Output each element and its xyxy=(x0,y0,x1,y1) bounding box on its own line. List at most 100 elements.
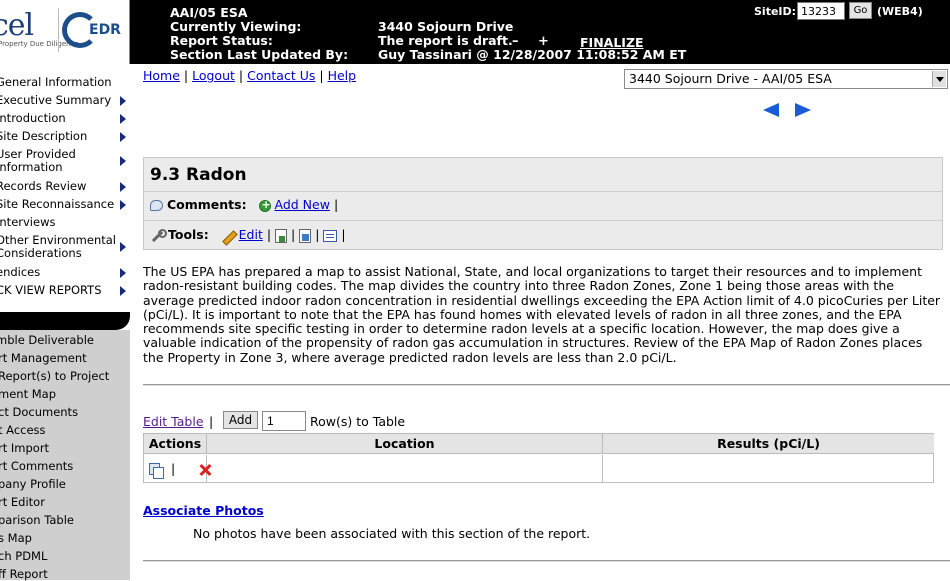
separator: | xyxy=(333,197,339,212)
edit-link[interactable]: Edit xyxy=(239,227,263,242)
sidebar-item-label: Introduction xyxy=(0,112,66,125)
edit-table-link[interactable]: Edit Table xyxy=(143,414,204,429)
sidebar-item-label: CK VIEW REPORTS xyxy=(0,284,102,297)
sidebar-item-user-provided-information[interactable]: User Provided Information xyxy=(0,148,130,176)
sidebar-item-appendices[interactable]: endices xyxy=(0,266,130,280)
sidebar-tool-item[interactable]: parison Table xyxy=(0,513,74,527)
sidebar-tool-item[interactable]: rt Management xyxy=(0,351,87,365)
link-separator: | xyxy=(183,68,189,83)
no-photos-message: No photos have been associated with this… xyxy=(193,526,591,541)
home-link[interactable]: Home xyxy=(143,68,180,83)
sidebar-item-label: Site Description xyxy=(0,130,88,143)
sidebar-tool-item[interactable]: rt Import xyxy=(0,441,49,455)
table-cell-location[interactable] xyxy=(207,455,603,483)
separator: | xyxy=(291,227,296,242)
tools-label: Tools: xyxy=(167,227,209,242)
report-name: AAI/05 ESA xyxy=(170,5,248,20)
sidebar-item-quick-view-reports[interactable]: CK VIEW REPORTS xyxy=(0,284,130,298)
header-bar: cel Property Due Diligence EDR AAI/05 ES… xyxy=(0,0,950,64)
separator: | xyxy=(209,414,214,429)
viewing-value: 3440 Sojourn Drive xyxy=(378,19,514,34)
add-new-comment-link[interactable]: Add New xyxy=(275,197,330,212)
sidebar-item-site-reconnaissance[interactable]: Site Reconnaissance xyxy=(0,198,130,212)
sidebar-tool-item[interactable]: pany Profile xyxy=(0,477,66,491)
wrench-icon xyxy=(150,228,167,243)
go-button[interactable]: Go xyxy=(849,2,872,19)
sidebar-sections: General Information Executive Summary In… xyxy=(0,64,130,314)
logo-text: cel xyxy=(0,8,34,43)
sidebar-item-records-review[interactable]: Records Review xyxy=(0,180,130,194)
section-header: 9.3 Radon Comments: Add New | Tools: Edi… xyxy=(143,157,943,250)
sidebar-item-label: General Information xyxy=(0,76,112,89)
table-cell-results[interactable] xyxy=(603,455,934,483)
sidebar-tool-item[interactable]: Report(s) to Project xyxy=(0,369,109,383)
sidebar-item-executive-summary[interactable]: Executive Summary xyxy=(0,94,130,108)
separator: | xyxy=(171,461,176,476)
status-label: Report Status: xyxy=(170,33,273,48)
link-separator: | xyxy=(319,68,324,83)
section-title: 9.3 Radon xyxy=(150,165,247,185)
report-select[interactable]: 3440 Sojourn Drive - AAI/05 ESA xyxy=(624,69,948,89)
row-count-input[interactable] xyxy=(262,411,306,431)
add-new-icon[interactable] xyxy=(258,198,271,212)
previous-section-arrow-icon[interactable] xyxy=(763,103,779,117)
comment-icon xyxy=(150,200,163,211)
help-link[interactable]: Help xyxy=(328,68,357,83)
edr-logo-text: EDR xyxy=(89,22,121,38)
siteid-input[interactable] xyxy=(797,2,845,20)
associate-photos-link[interactable]: Associate Photos xyxy=(143,503,264,518)
siteid-label: SiteID: xyxy=(754,5,797,18)
sidebar-item-label: Information xyxy=(0,160,63,174)
sidebar-tool-item[interactable]: mble Deliverable xyxy=(0,333,94,347)
table-header-actions: Actions xyxy=(144,434,207,454)
table-header-location: Location xyxy=(207,434,603,454)
table-view-icon[interactable] xyxy=(323,229,338,242)
chevron-right-icon xyxy=(120,156,126,166)
top-links: Home | Logout | Contact Us | Help xyxy=(143,68,356,83)
sidebar-tool-item[interactable]: ff Report xyxy=(0,567,48,581)
chevron-right-icon xyxy=(120,200,126,210)
separator: | xyxy=(315,227,320,242)
sidebar-item-general-information[interactable]: General Information xyxy=(0,76,130,90)
sidebar-tool-item[interactable]: ch PDML xyxy=(0,549,47,563)
section-divider xyxy=(144,191,942,192)
sidebar-divider xyxy=(0,312,130,330)
sidebar-tool-item[interactable]: t Access xyxy=(0,423,46,437)
download-document-icon[interactable] xyxy=(275,228,288,243)
dropdown-arrow-icon[interactable] xyxy=(932,71,946,87)
server-label: (WEB4) xyxy=(877,5,923,18)
sidebar-item-label: Records Review xyxy=(0,180,87,193)
next-section-arrow-icon[interactable] xyxy=(795,103,811,117)
sidebar-tool-item[interactable]: ct Documents xyxy=(0,405,78,419)
pencil-icon[interactable] xyxy=(221,229,235,243)
table-row-actions: | xyxy=(144,455,207,483)
contact-us-link[interactable]: Contact Us xyxy=(247,68,315,83)
updated-label: Section Last Updated By: xyxy=(170,47,349,62)
sidebar-item-interviews[interactable]: Interviews xyxy=(0,216,130,230)
viewing-label: Currently Viewing: xyxy=(170,19,302,34)
logout-link[interactable]: Logout xyxy=(192,68,235,83)
logo-divider xyxy=(58,8,59,52)
sidebar-item-label: Considerations xyxy=(0,246,82,260)
radon-results-table: Actions Location Results (pCi/L) | xyxy=(143,433,934,483)
report-select-value: 3440 Sojourn Drive - AAI/05 ESA xyxy=(629,71,832,86)
chevron-right-icon xyxy=(120,268,126,278)
sidebar-item-label: endices xyxy=(0,266,41,279)
separator: | xyxy=(266,227,272,242)
sidebar-item-introduction[interactable]: Introduction xyxy=(0,112,130,126)
sidebar-tool-item[interactable]: rt Editor xyxy=(0,495,45,509)
separator: | xyxy=(341,227,346,242)
sidebar-item-other-environmental-considerations[interactable]: Other Environmental Considerations xyxy=(0,234,130,262)
sidebar-tool-item[interactable]: s Map xyxy=(0,531,32,545)
sidebar-item-label: Interviews xyxy=(0,216,56,229)
comments-label: Comments: xyxy=(166,197,247,212)
chevron-right-icon xyxy=(120,132,126,142)
export-document-icon[interactable] xyxy=(299,228,312,243)
add-rows-button[interactable]: Add xyxy=(223,411,258,429)
sidebar-tool-item[interactable]: rt Comments xyxy=(0,459,73,473)
table-header-results: Results (pCi/L) xyxy=(603,434,934,454)
copy-row-icon[interactable] xyxy=(149,462,164,479)
horizontal-rule xyxy=(143,560,950,562)
sidebar-tool-item[interactable]: ment Map xyxy=(0,387,56,401)
sidebar-item-site-description[interactable]: Site Description xyxy=(0,130,130,144)
